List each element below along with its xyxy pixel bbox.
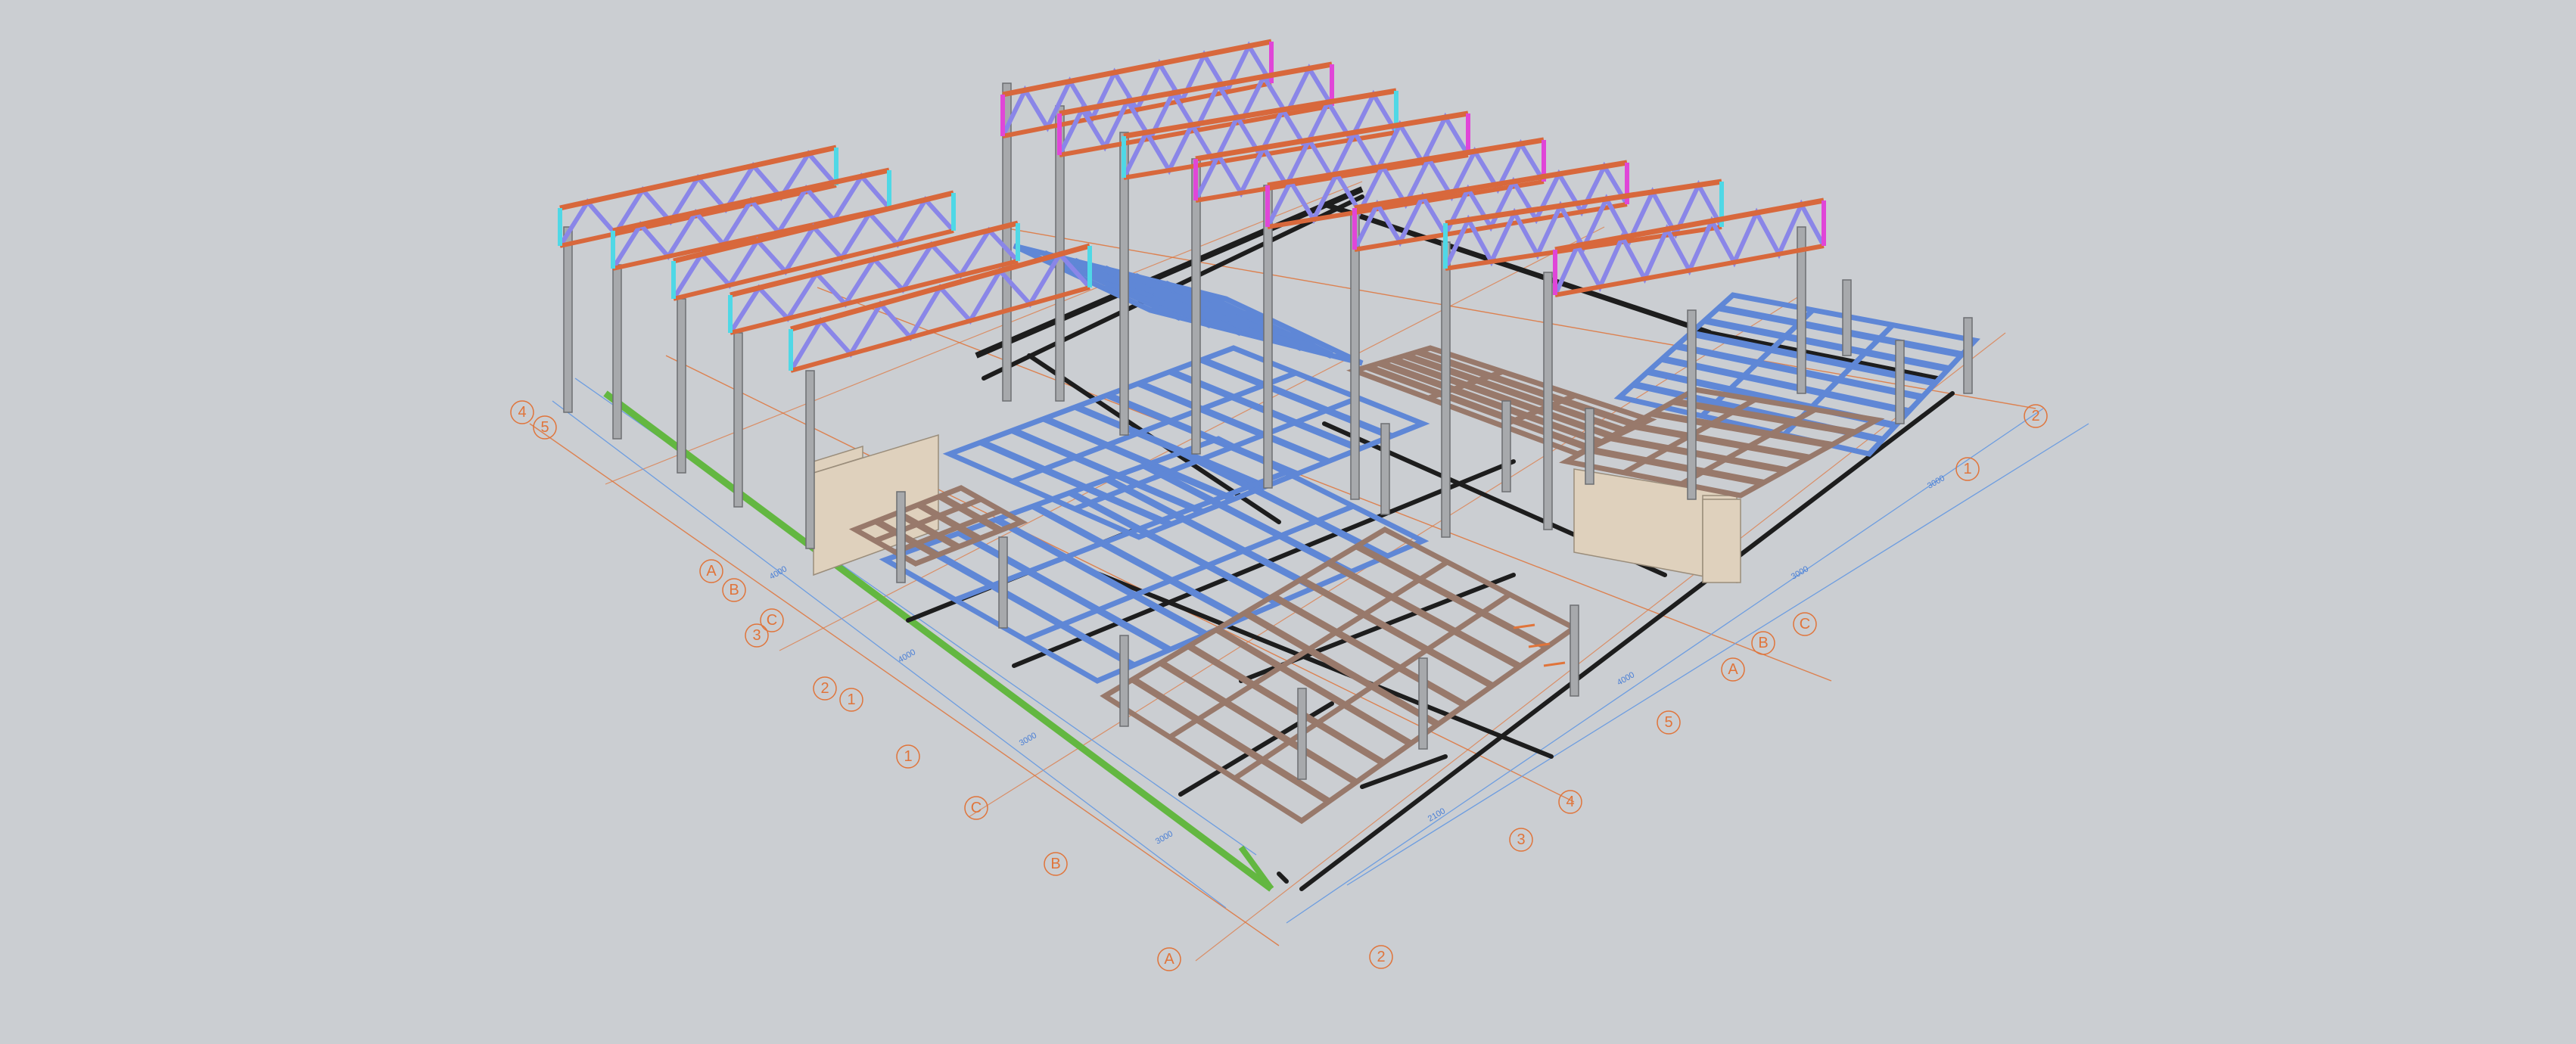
column (1501, 400, 1511, 492)
grid-bubble-label: C (1800, 616, 1810, 632)
column (1119, 635, 1129, 727)
grid-bubble-label: 1 (1963, 461, 1971, 477)
wall-panel-edge (1702, 499, 1741, 583)
grid-bubble-label: A (1164, 951, 1174, 968)
dimension-text: 3000 (1154, 829, 1174, 847)
column (805, 370, 815, 549)
grid-bubble-label: 1 (847, 691, 855, 708)
dark-ground-beam (1277, 872, 1289, 884)
grid-bubble-label: 2 (2031, 408, 2039, 424)
grid-bubble-label: 4 (518, 404, 526, 421)
column (1963, 317, 1973, 394)
dimension-text: 4000 (897, 648, 917, 665)
grid-bubble-label: B (1758, 635, 1768, 651)
3d-model-viewport[interactable]: 4000 4000 3000 3000 2100 4000 3000 3000 A B C 1 2 3 4 5… (0, 0, 2576, 1044)
grid-bubble-label: B (729, 582, 739, 598)
grid-bubble-label: 5 (1664, 714, 1672, 731)
column (1263, 185, 1273, 489)
brown-floor-front (1100, 526, 1579, 825)
grid-bubble-label: B (1050, 856, 1060, 872)
section-marker (1513, 623, 1535, 629)
column (677, 298, 686, 474)
grid-bubble-label: A (706, 563, 717, 579)
column (1687, 309, 1697, 500)
column (1191, 158, 1201, 455)
column (563, 226, 573, 413)
column (998, 536, 1008, 629)
column (896, 491, 906, 583)
grid-bubble-label: A (1728, 661, 1738, 678)
grid-bubble-label: 4 (1566, 794, 1574, 810)
column (1380, 423, 1390, 515)
column (1585, 408, 1594, 485)
truss-web (789, 250, 1092, 372)
grid-bubble-label: 3 (1517, 831, 1525, 848)
dark-ground-beam (975, 186, 1364, 359)
column (612, 264, 622, 440)
grid-bubble-label: C (767, 612, 777, 629)
dimension-text: 3000 (1926, 474, 1946, 491)
dimension-text: 4000 (1616, 670, 1636, 688)
truss-bottom-chord (1554, 244, 1825, 297)
grid-bubble-label: C (971, 800, 982, 816)
grid-bubble-label: 2 (1377, 949, 1385, 965)
grid-bubble-label: 5 (540, 419, 549, 436)
structural-model-scene[interactable]: 40004000300030002100400030003000ABC12345… (0, 0, 2576, 1044)
column (1418, 657, 1428, 750)
grid-bubble-label: 3 (752, 627, 761, 644)
dimension-text: 3000 (1018, 731, 1038, 748)
grid-line (998, 226, 2036, 409)
column (1350, 211, 1360, 500)
column (1441, 241, 1451, 538)
column (733, 332, 743, 508)
section-marker (1543, 661, 1566, 667)
grid-bubble-label: 1 (904, 748, 912, 765)
column (1297, 688, 1307, 780)
column (1842, 279, 1852, 356)
grid-bubble-label: 2 (820, 680, 829, 697)
dimension-text: 4000 (768, 564, 789, 582)
dark-ground-beam (1299, 391, 1955, 891)
truss-bottom-chord (730, 259, 1019, 335)
column (1895, 340, 1905, 424)
truss-bottom-chord (1445, 225, 1722, 271)
column (1543, 272, 1553, 530)
dimension-text: 3000 (1790, 564, 1810, 582)
column (1570, 604, 1579, 697)
